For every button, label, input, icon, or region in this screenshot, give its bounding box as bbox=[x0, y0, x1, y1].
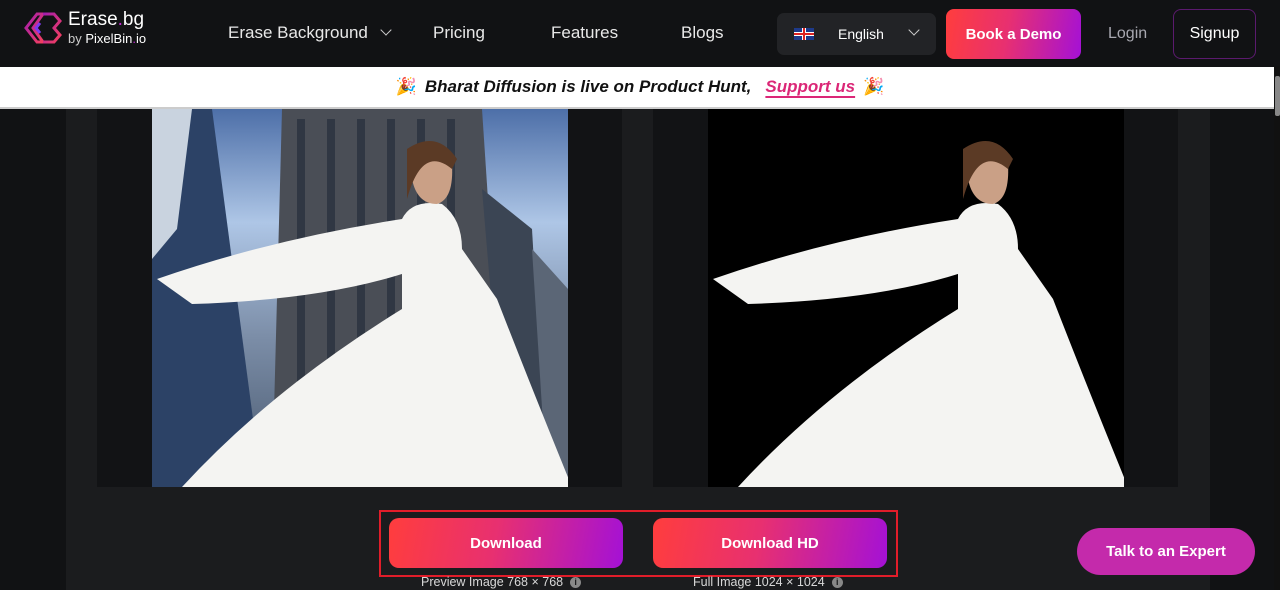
preview-image-caption: Preview Image 768 × 768 i bbox=[421, 575, 582, 589]
nav-blogs[interactable]: Blogs bbox=[681, 23, 724, 43]
uk-flag-icon bbox=[794, 28, 814, 40]
info-icon[interactable]: i bbox=[831, 576, 843, 588]
original-image bbox=[152, 109, 568, 487]
full-image-caption: Full Image 1024 × 1024 i bbox=[693, 575, 843, 589]
party-popper-icon: 🎉 bbox=[395, 77, 417, 96]
result-image bbox=[708, 109, 1124, 487]
scrollbar-thumb[interactable] bbox=[1275, 76, 1280, 116]
banner-text: Bharat Diffusion is live on Product Hunt… bbox=[424, 77, 752, 96]
support-us-link[interactable]: Support us bbox=[765, 77, 855, 97]
download-button[interactable]: Download bbox=[389, 518, 623, 568]
signup-button[interactable]: Signup bbox=[1173, 9, 1256, 59]
download-hd-button[interactable]: Download HD bbox=[653, 518, 887, 568]
nav-features[interactable]: Features bbox=[551, 23, 618, 43]
info-icon[interactable]: i bbox=[570, 576, 582, 588]
original-photo-art bbox=[152, 109, 568, 487]
chevron-down-icon bbox=[380, 24, 392, 36]
nav-erase-background[interactable]: Erase Background bbox=[228, 23, 392, 43]
announcement-banner: 🎉 Bharat Diffusion is live on Product Hu… bbox=[0, 67, 1280, 109]
logo-subtitle: by PixelBin.io bbox=[68, 31, 147, 46]
language-select[interactable]: English bbox=[777, 13, 936, 55]
page-scrollbar[interactable] bbox=[1274, 66, 1280, 590]
book-demo-button[interactable]: Book a Demo bbox=[946, 9, 1081, 59]
logo[interactable]: Erase.bg by PixelBin.io bbox=[24, 10, 146, 45]
party-popper-icon: 🎉 bbox=[863, 77, 885, 96]
talk-to-expert-button[interactable]: Talk to an Expert bbox=[1077, 528, 1255, 575]
result-photo-art bbox=[713, 141, 1124, 487]
erase-bg-logo-icon bbox=[24, 12, 62, 43]
top-nav: Erase.bg by PixelBin.io Erase Background… bbox=[0, 0, 1280, 67]
language-label: English bbox=[838, 26, 884, 42]
login-link[interactable]: Login bbox=[1108, 25, 1147, 43]
logo-title: Erase.bg bbox=[68, 9, 145, 30]
chevron-down-icon bbox=[908, 24, 920, 36]
nav-pricing[interactable]: Pricing bbox=[433, 23, 485, 43]
